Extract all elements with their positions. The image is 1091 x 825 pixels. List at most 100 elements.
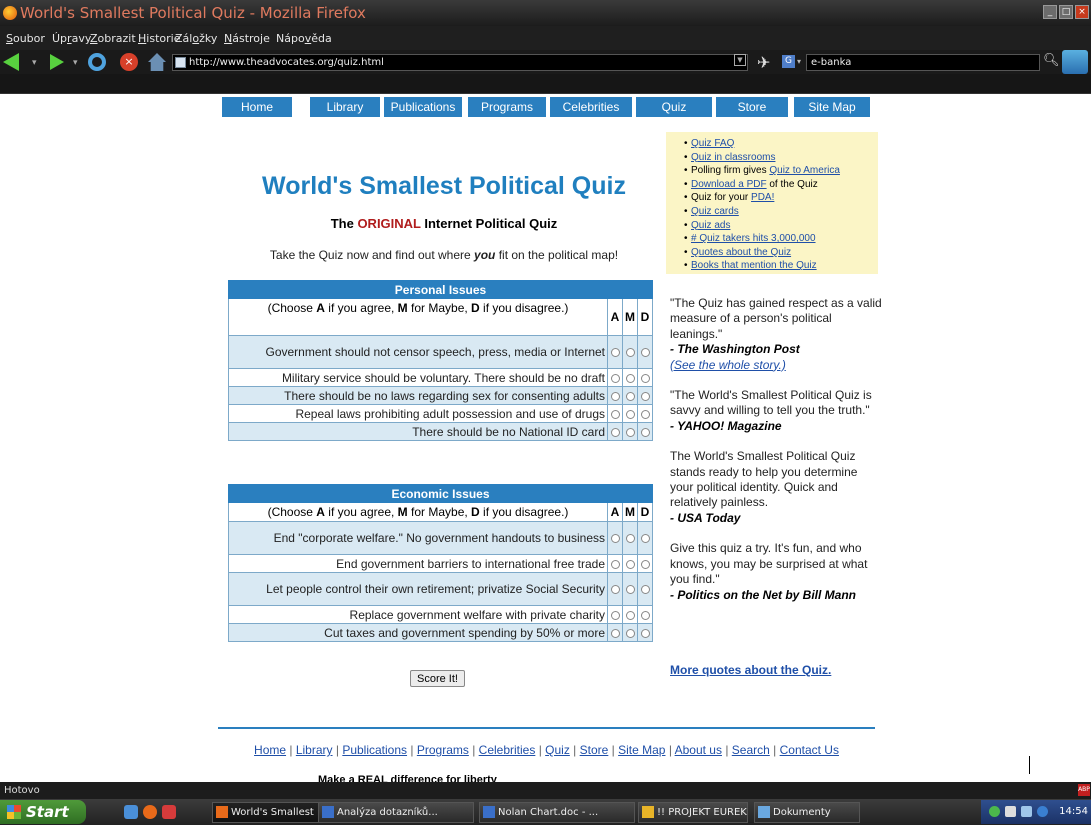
radio-agree[interactable] (610, 559, 620, 569)
quote-story-link[interactable]: (See the whole story.) (670, 358, 882, 373)
site-nav-site-map[interactable]: Site Map (794, 97, 870, 117)
extension-icon[interactable] (1062, 50, 1088, 74)
radio-maybe[interactable] (625, 348, 635, 358)
forward-arrow-icon[interactable] (50, 54, 64, 70)
radio-maybe[interactable] (625, 409, 635, 419)
menu-item[interactable]: Nástroje (224, 32, 270, 45)
footer-link-search[interactable]: Search (732, 743, 770, 757)
radio-disagree[interactable] (640, 348, 650, 358)
radio-disagree[interactable] (640, 391, 650, 401)
radio-agree[interactable] (610, 534, 620, 544)
radio-disagree[interactable] (640, 559, 650, 569)
footer-link-celebrities[interactable]: Celebrities (479, 743, 536, 757)
radio-agree[interactable] (610, 373, 620, 383)
radio-disagree[interactable] (640, 373, 650, 383)
side-link[interactable]: Download a PDF (691, 179, 767, 190)
taskbar-task[interactable]: Nolan Chart.doc - ... (479, 802, 635, 823)
footer-link-publications[interactable]: Publications (342, 743, 407, 757)
radio-agree[interactable] (610, 610, 620, 620)
footer-link-contact-us[interactable]: Contact Us (780, 743, 839, 757)
firefox-quicklaunch-icon[interactable] (143, 805, 157, 819)
side-link[interactable]: Quotes about the Quiz (691, 247, 791, 258)
more-quotes-link[interactable]: More quotes about the Quiz. (670, 663, 831, 677)
home-icon[interactable] (148, 53, 166, 71)
radio-agree[interactable] (610, 409, 620, 419)
footer-link-quiz[interactable]: Quiz (545, 743, 570, 757)
search-engine-dropdown-icon[interactable]: ▾ (797, 57, 801, 66)
site-nav-celebrities[interactable]: Celebrities (550, 97, 632, 117)
back-arrow-icon[interactable] (3, 53, 19, 71)
side-link[interactable]: Quiz cards (691, 206, 739, 217)
radio-disagree[interactable] (640, 427, 650, 437)
radio-maybe[interactable] (625, 559, 635, 569)
menu-item[interactable]: Zobrazit (90, 32, 136, 45)
radio-agree[interactable] (610, 585, 620, 595)
back-dropdown-icon[interactable]: ▾ (32, 58, 37, 68)
footer-link-store[interactable]: Store (580, 743, 609, 757)
radio-disagree[interactable] (640, 610, 650, 620)
side-link[interactable]: PDA! (751, 192, 774, 203)
score-button[interactable]: Score It! (410, 670, 465, 687)
menu-item[interactable]: Nápověda (276, 32, 332, 45)
maximize-icon[interactable]: □ (1059, 5, 1073, 19)
site-nav-programs[interactable]: Programs (468, 97, 546, 117)
radio-maybe[interactable] (625, 534, 635, 544)
menu-item[interactable]: Úpravy (52, 32, 91, 45)
update-tray-icon[interactable] (1037, 806, 1048, 817)
app-quicklaunch-icon[interactable] (162, 805, 176, 819)
radio-maybe[interactable] (625, 373, 635, 383)
search-input[interactable]: e-banka (806, 54, 1040, 71)
radio-maybe[interactable] (625, 427, 635, 437)
search-magnifier-icon[interactable]: 🔍︎ (1043, 53, 1060, 68)
radio-disagree[interactable] (640, 628, 650, 638)
footer-link-site-map[interactable]: Site Map (618, 743, 665, 757)
radio-maybe[interactable] (625, 391, 635, 401)
side-link[interactable]: Books that mention the Quiz (691, 260, 817, 271)
forward-dropdown-icon[interactable]: ▾ (73, 58, 78, 68)
side-link[interactable]: Quiz ads (691, 220, 730, 231)
radio-maybe[interactable] (625, 610, 635, 620)
url-input[interactable]: http://www.theadvocates.org/quiz.html (172, 54, 748, 71)
start-button[interactable]: Start (0, 800, 86, 824)
network-tray-icon[interactable] (989, 806, 1000, 817)
adblock-icon[interactable]: ABP (1078, 784, 1090, 796)
ie-quicklaunch-icon[interactable] (124, 805, 138, 819)
taskbar-task[interactable]: Dokumenty (754, 802, 860, 823)
footer-link-library[interactable]: Library (296, 743, 333, 757)
radio-maybe[interactable] (625, 628, 635, 638)
site-nav-publications[interactable]: Publications (384, 97, 462, 117)
side-link[interactable]: Quiz in classrooms (691, 152, 775, 163)
url-history-dropdown-icon[interactable]: ▼ (734, 54, 746, 66)
side-link[interactable]: Quiz FAQ (691, 138, 734, 149)
side-link[interactable]: Quiz to America (769, 165, 840, 176)
minimize-icon[interactable]: _ (1043, 5, 1057, 19)
taskbar-task[interactable]: !! PROJEKT EUREK... (638, 802, 748, 823)
radio-disagree[interactable] (640, 409, 650, 419)
go-plane-icon[interactable]: ✈ (757, 53, 770, 72)
radio-maybe[interactable] (625, 585, 635, 595)
radio-disagree[interactable] (640, 534, 650, 544)
menu-item[interactable]: Záložky (175, 32, 217, 45)
reload-icon[interactable] (88, 53, 106, 71)
menu-item[interactable]: Soubor (6, 32, 45, 45)
radio-agree[interactable] (610, 348, 620, 358)
footer-link-home[interactable]: Home (254, 743, 286, 757)
volume-tray-icon[interactable] (1005, 806, 1016, 817)
taskbar-task[interactable]: Analýza dotazníků... (318, 802, 474, 823)
radio-agree[interactable] (610, 628, 620, 638)
stop-icon[interactable]: × (120, 53, 138, 71)
close-icon[interactable]: × (1075, 5, 1089, 19)
site-nav-store[interactable]: Store (716, 97, 788, 117)
search-engine-icon[interactable]: G (782, 55, 795, 68)
side-link[interactable]: # Quiz takers hits 3,000,000 (691, 233, 816, 244)
footer-link-programs[interactable]: Programs (417, 743, 469, 757)
radio-agree[interactable] (610, 391, 620, 401)
site-nav-quiz[interactable]: Quiz (636, 97, 712, 117)
taskbar-task[interactable]: World's Smallest ... (212, 802, 328, 823)
mail-tray-icon[interactable] (1021, 806, 1032, 817)
site-nav-home[interactable]: Home (222, 97, 292, 117)
radio-agree[interactable] (610, 427, 620, 437)
footer-link-about-us[interactable]: About us (675, 743, 722, 757)
radio-disagree[interactable] (640, 585, 650, 595)
site-nav-library[interactable]: Library (310, 97, 380, 117)
